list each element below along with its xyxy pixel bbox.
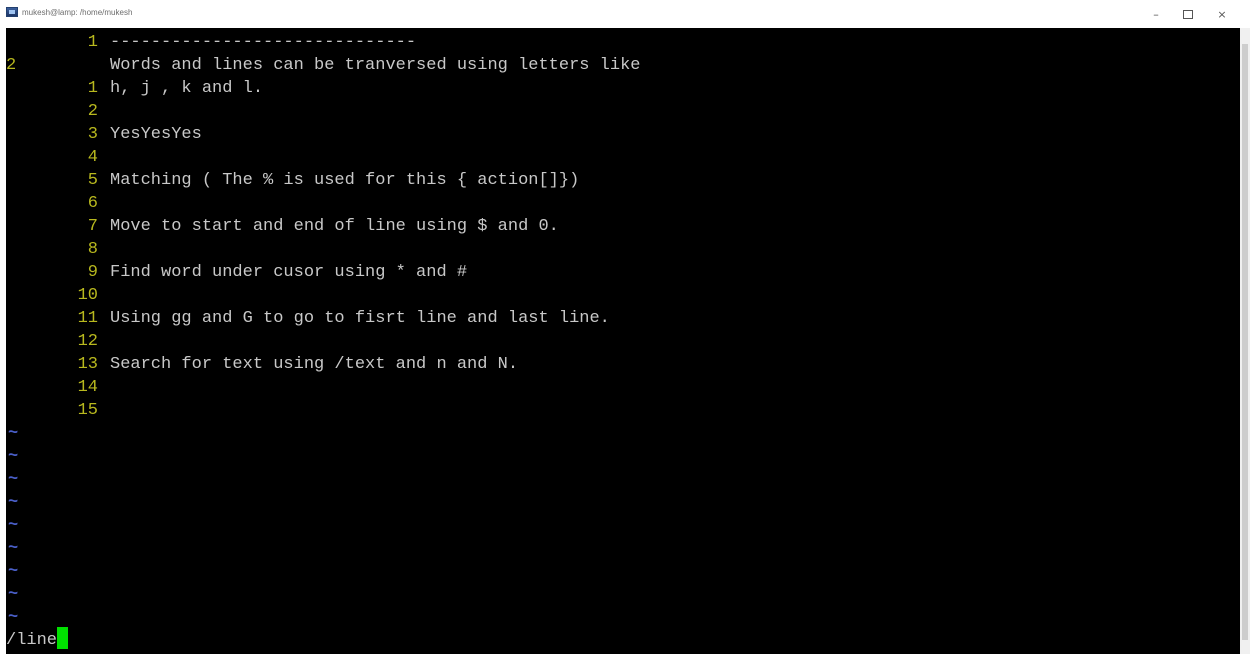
text-line: Using gg and G to go to fisrt line and l… <box>110 309 610 328</box>
text-line: YesYesYes <box>110 125 202 144</box>
line-number: 13 <box>77 355 98 374</box>
text-line: Find word under cusor using * and # <box>110 263 468 282</box>
line-number: 1 <box>87 33 98 52</box>
line-number: 7 <box>87 217 98 236</box>
text-line: Move to start and end of line using $ an… <box>110 217 559 236</box>
line-number: 2 <box>87 102 98 121</box>
vim-editor[interactable]: 1 ------------------------------ 2 Words… <box>6 28 1240 654</box>
empty-line-tilde: ~ <box>8 424 19 443</box>
minimize-button[interactable]: – <box>1140 0 1172 28</box>
close-button[interactable]: × <box>1206 0 1238 28</box>
empty-line-tilde: ~ <box>8 470 19 489</box>
search-command[interactable]: /line <box>6 631 57 650</box>
empty-line-tilde: ~ <box>8 608 19 627</box>
empty-line-tilde: ~ <box>8 447 19 466</box>
terminal-app-icon[interactable] <box>6 7 18 17</box>
line-number: 5 <box>87 171 98 190</box>
empty-line-tilde: ~ <box>8 562 19 581</box>
empty-line-tilde: ~ <box>8 516 19 535</box>
current-line-number: 2 <box>6 56 17 75</box>
maximize-button[interactable] <box>1172 0 1204 28</box>
title-bar[interactable]: mukesh@lamp: /home/mukesh – × <box>0 0 1250 28</box>
line-number: 8 <box>87 240 98 259</box>
text-line: Matching ( The % is used for this { acti… <box>110 171 580 190</box>
empty-line-tilde: ~ <box>8 585 19 604</box>
command-line[interactable]: /line <box>6 627 69 650</box>
line-number: 15 <box>77 401 98 420</box>
line-number: 11 <box>77 309 98 328</box>
text-line: Search for text using /text and n and N. <box>110 355 519 374</box>
line-number: 14 <box>77 378 98 397</box>
line-number: 1 <box>87 79 98 98</box>
vertical-scrollbar[interactable] <box>1240 28 1250 654</box>
text-line: h, j , k and l. <box>110 79 264 98</box>
maximize-icon <box>1183 10 1193 19</box>
empty-line-tilde: ~ <box>8 493 19 512</box>
line-number: 10 <box>77 286 98 305</box>
line-number: 12 <box>77 332 98 351</box>
line-number: 6 <box>87 194 98 213</box>
line-number: 9 <box>87 263 98 282</box>
line-number: 3 <box>87 125 98 144</box>
empty-line-tilde: ~ <box>8 539 19 558</box>
window-title: mukesh@lamp: /home/mukesh <box>22 8 133 17</box>
terminal-window: mukesh@lamp: /home/mukesh – × 1 --------… <box>0 0 1250 654</box>
line-number: 4 <box>87 148 98 167</box>
text-line: ------------------------------ <box>110 33 417 52</box>
text-line: Words and lines can be tranversed using … <box>110 56 641 75</box>
text-cursor <box>57 627 69 649</box>
scrollbar-thumb[interactable] <box>1242 44 1248 640</box>
